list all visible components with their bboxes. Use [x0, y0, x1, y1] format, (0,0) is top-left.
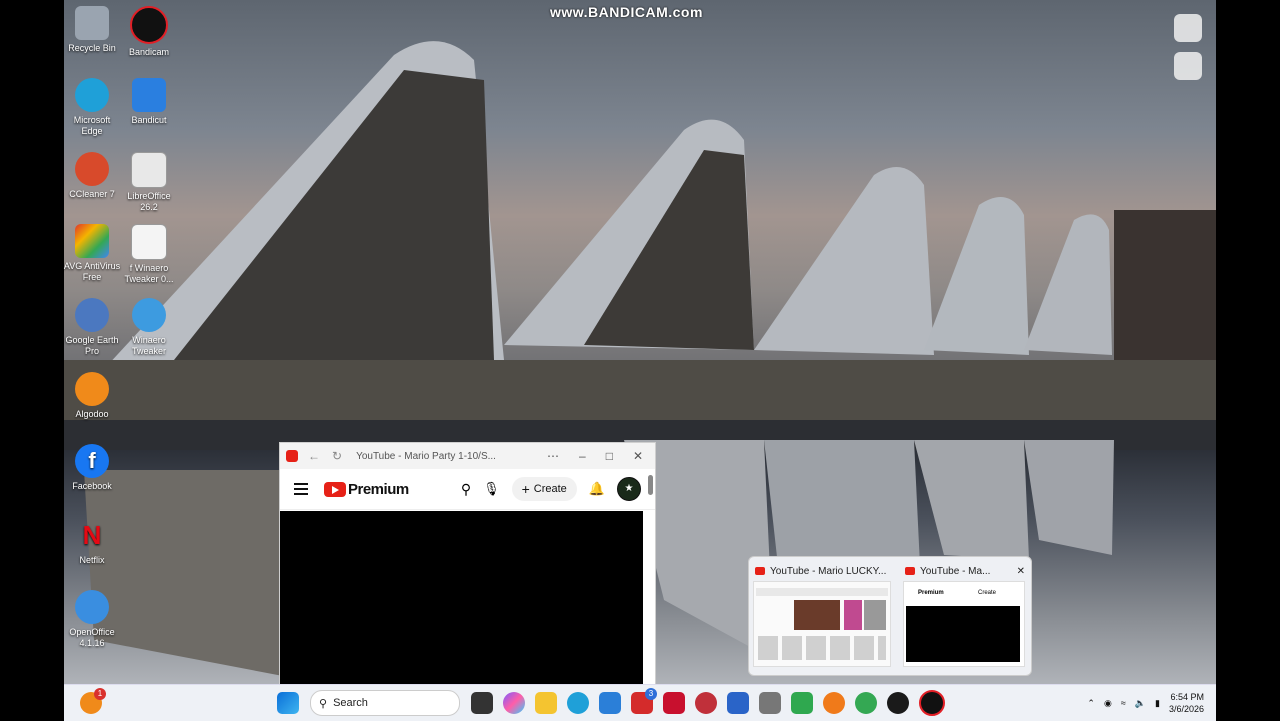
microphone-icon[interactable]: 🎙: [483, 481, 500, 497]
desktop-icon-bandicut[interactable]: Bandicut: [119, 78, 179, 126]
desktop-icon-algodoo[interactable]: Algodoo: [62, 372, 122, 420]
file-explorer-icon[interactable]: [535, 692, 557, 714]
youtube-logo[interactable]: Premium: [324, 481, 409, 498]
algodoo-icon: [75, 372, 109, 406]
system-tray: ⌃ ◉ ≈ 🔈 ▮ 6:54 PM 3/6/2026: [1087, 691, 1204, 715]
wifi-icon[interactable]: ≈: [1121, 698, 1126, 708]
facebook-icon: f: [75, 444, 109, 478]
copilot-icon[interactable]: [503, 692, 525, 714]
desktop-icon-netflix[interactable]: N Netflix: [62, 518, 122, 566]
desktop-icon-winaero[interactable]: Winaero Tweaker: [119, 298, 179, 357]
mcafee-icon[interactable]: [663, 692, 685, 714]
app-icon[interactable]: [823, 692, 845, 714]
letterbox-right: [1216, 0, 1280, 720]
maps-icon[interactable]: [855, 692, 877, 714]
taskbar: 1 ⚲ Search 3 ⌃ ◉ ≈ 🔈 ▮ 6:54 PM 3/6/2026: [64, 684, 1216, 721]
taskbar-preview: YouTube - Mario LUCKY... YouTube - Ma...…: [748, 556, 1032, 676]
edge-icon: [75, 78, 109, 112]
start-icon[interactable]: [277, 692, 299, 714]
security-icon[interactable]: [695, 692, 717, 714]
netflix-icon: N: [82, 520, 102, 550]
task-view-icon[interactable]: [471, 692, 493, 714]
search-box[interactable]: ⚲ Search: [310, 690, 460, 716]
network-tool-icon[interactable]: [759, 692, 781, 714]
volume-icon[interactable]: 🔈: [1135, 698, 1146, 709]
youtube-favicon-icon: [286, 450, 298, 462]
document-icon: [131, 224, 167, 260]
desktop-icon-recycle-bin[interactable]: Recycle Bin: [62, 6, 122, 54]
libreoffice-calc-icon[interactable]: 3: [631, 688, 657, 714]
close-icon[interactable]: ✕: [633, 449, 643, 463]
desktop-icon-avg[interactable]: AVG AntiVirus Free: [62, 224, 122, 283]
google-earth-icon: [75, 298, 109, 332]
scrollbar[interactable]: [648, 475, 653, 495]
video-player[interactable]: [280, 511, 643, 687]
youtube-favicon-icon: [755, 567, 765, 575]
more-icon[interactable]: ⋯: [547, 449, 559, 463]
close-icon[interactable]: ✕: [1017, 566, 1025, 577]
youtube-favicon-icon: [905, 567, 915, 575]
desktop-icon-winaero-doc[interactable]: f Winaero Tweaker 0...: [119, 224, 179, 285]
finance-icon[interactable]: [791, 692, 813, 714]
window-title: YouTube - Mario Party 1-10/S...: [356, 450, 496, 462]
menu-icon[interactable]: [294, 480, 308, 498]
bell-icon[interactable]: 🔔: [589, 481, 605, 497]
desktop-icon-openoffice[interactable]: OpenOffice 4.1.16: [62, 590, 122, 649]
search-icon[interactable]: ⚲: [461, 481, 471, 498]
mail-icon[interactable]: [727, 692, 749, 714]
preview-thumbnail-2[interactable]: Premium Create: [903, 581, 1025, 667]
bandicam-icon: [130, 6, 168, 44]
battery-icon[interactable]: ▮: [1155, 698, 1160, 709]
search-icon: ⚲: [319, 697, 328, 710]
openoffice-icon: [75, 590, 109, 624]
maximize-icon[interactable]: □: [606, 449, 613, 463]
store-icon[interactable]: [599, 692, 621, 714]
desktop-icon-bandicam[interactable]: Bandicam: [119, 6, 179, 58]
create-button[interactable]: + Create: [511, 477, 577, 501]
clock[interactable]: 6:54 PM 3/6/2026: [1169, 691, 1204, 715]
browser-titlebar[interactable]: ← ↻ YouTube - Mario Party 1-10/S... ⋯ – …: [280, 443, 655, 469]
winaero-icon: [132, 298, 166, 332]
screenshot-button[interactable]: [1174, 52, 1202, 80]
libreoffice-icon: [131, 152, 167, 188]
plus-icon: +: [521, 481, 530, 497]
desktop-icon-edge[interactable]: Microsoft Edge: [62, 78, 122, 137]
avg-icon: [75, 224, 109, 258]
refresh-icon[interactable]: ↻: [332, 449, 342, 463]
bandicut-icon: [132, 78, 166, 112]
preview-thumbnail-1[interactable]: [753, 581, 891, 667]
ccleaner-icon: [75, 152, 109, 186]
weather-icon[interactable]: 1: [80, 688, 106, 714]
network-icon[interactable]: ◉: [1104, 698, 1112, 709]
desktop-icon-ccleaner[interactable]: CCleaner 7: [62, 152, 122, 200]
bandicam-watermark: www.BANDICAM.com: [550, 4, 703, 20]
preview-video: [906, 606, 1020, 662]
desktop-icon-google-earth[interactable]: Google Earth Pro: [62, 298, 122, 357]
letterbox-left: [0, 0, 64, 720]
edge-icon[interactable]: [567, 692, 589, 714]
desktop-icon-libreoffice[interactable]: LibreOffice 26.2: [119, 152, 179, 213]
youtube-play-icon: [324, 481, 346, 497]
browser-window[interactable]: ← ↻ YouTube - Mario Party 1-10/S... ⋯ – …: [279, 442, 656, 688]
desktop-icon-facebook[interactable]: f Facebook: [62, 444, 122, 492]
snip-button[interactable]: [1174, 14, 1202, 42]
bandicam-taskbar-icon[interactable]: [919, 690, 945, 716]
minimize-icon[interactable]: –: [579, 449, 586, 463]
chevron-up-icon[interactable]: ⌃: [1087, 698, 1095, 709]
recycle-bin-icon: [75, 6, 109, 40]
media-icon[interactable]: [887, 692, 909, 714]
youtube-header: Premium ⚲ 🎙 + Create 🔔 ★: [280, 469, 655, 510]
back-icon[interactable]: ←: [308, 449, 320, 463]
avatar[interactable]: ★: [617, 477, 641, 501]
